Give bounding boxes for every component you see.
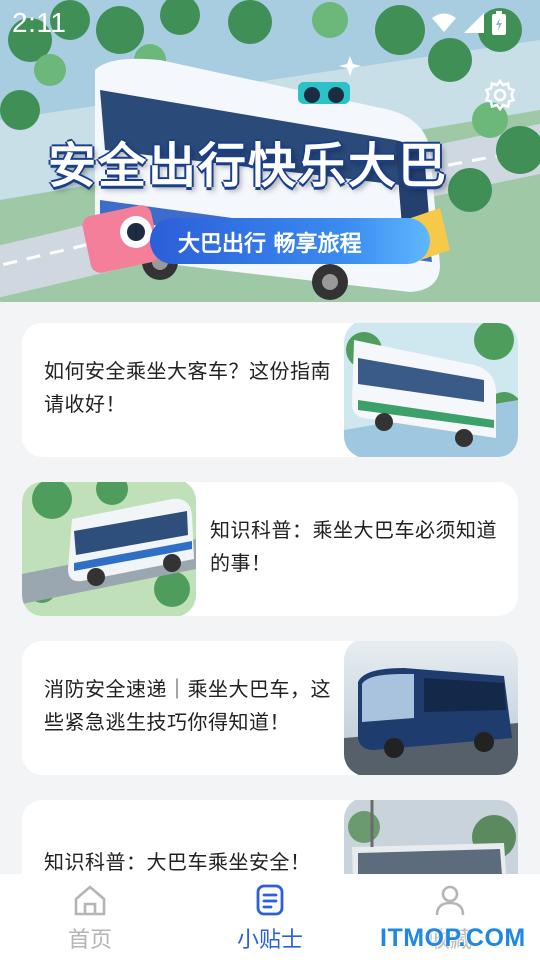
tip-card[interactable]: 知识科普：乘坐大巴车必须知道的事！ bbox=[22, 482, 518, 616]
watermark: ITMOP.COM bbox=[380, 924, 526, 952]
hero-title: 安全出行快乐大巴 bbox=[48, 138, 449, 194]
status-icons bbox=[432, 11, 506, 35]
tip-card[interactable]: 消防安全速递｜乘坐大巴车，这些紧急逃生技巧你得知道！ bbox=[22, 641, 518, 775]
nav-label-home: 首页 bbox=[67, 928, 112, 953]
tip-thumbnail bbox=[22, 482, 196, 616]
hero-subtitle: 大巴出行 畅享旅程 bbox=[178, 232, 362, 257]
nav-label-tips: 小贴士 bbox=[236, 928, 303, 953]
tips-list[interactable]: 如何安全乘坐大客车？这份指南请收好！ 知识科普：乘坐大巴车必须知道的事！ 消防安… bbox=[0, 302, 540, 874]
tip-thumbnail bbox=[344, 323, 518, 457]
tip-thumbnail bbox=[344, 641, 518, 775]
tip-thumbnail bbox=[344, 800, 518, 874]
user-icon bbox=[435, 885, 465, 916]
tip-title: 消防安全速递｜乘坐大巴车，这些紧急逃生技巧你得知道！ bbox=[44, 677, 331, 734]
wifi-icon bbox=[432, 13, 456, 32]
tip-title: 如何安全乘坐大客车？这份指南请收好！ bbox=[44, 359, 331, 416]
status-bar: 2:11 bbox=[0, 0, 540, 46]
tip-card[interactable]: 如何安全乘坐大客车？这份指南请收好！ bbox=[22, 323, 518, 457]
tip-title: 知识科普：乘坐大巴车必须知道的事！ bbox=[210, 518, 497, 575]
hero-banner: 2:11 安全出行快乐大巴 大巴出行 畅享旅程 bbox=[0, 0, 540, 302]
nav-item-tips[interactable]: 小贴士 bbox=[180, 874, 360, 960]
sunglasses-icon bbox=[298, 82, 350, 104]
signal-icon bbox=[464, 13, 484, 33]
home-icon bbox=[74, 885, 106, 916]
nav-item-home[interactable]: 首页 bbox=[0, 874, 180, 960]
tip-card[interactable]: 知识科普：大巴车乘坐安全！ bbox=[22, 800, 518, 874]
battery-icon bbox=[492, 11, 506, 35]
status-time: 2:11 bbox=[12, 7, 67, 38]
settings-gear-icon[interactable] bbox=[483, 78, 517, 112]
tip-title: 知识科普：大巴车乘坐安全！ bbox=[44, 850, 311, 874]
tips-icon bbox=[256, 884, 284, 916]
